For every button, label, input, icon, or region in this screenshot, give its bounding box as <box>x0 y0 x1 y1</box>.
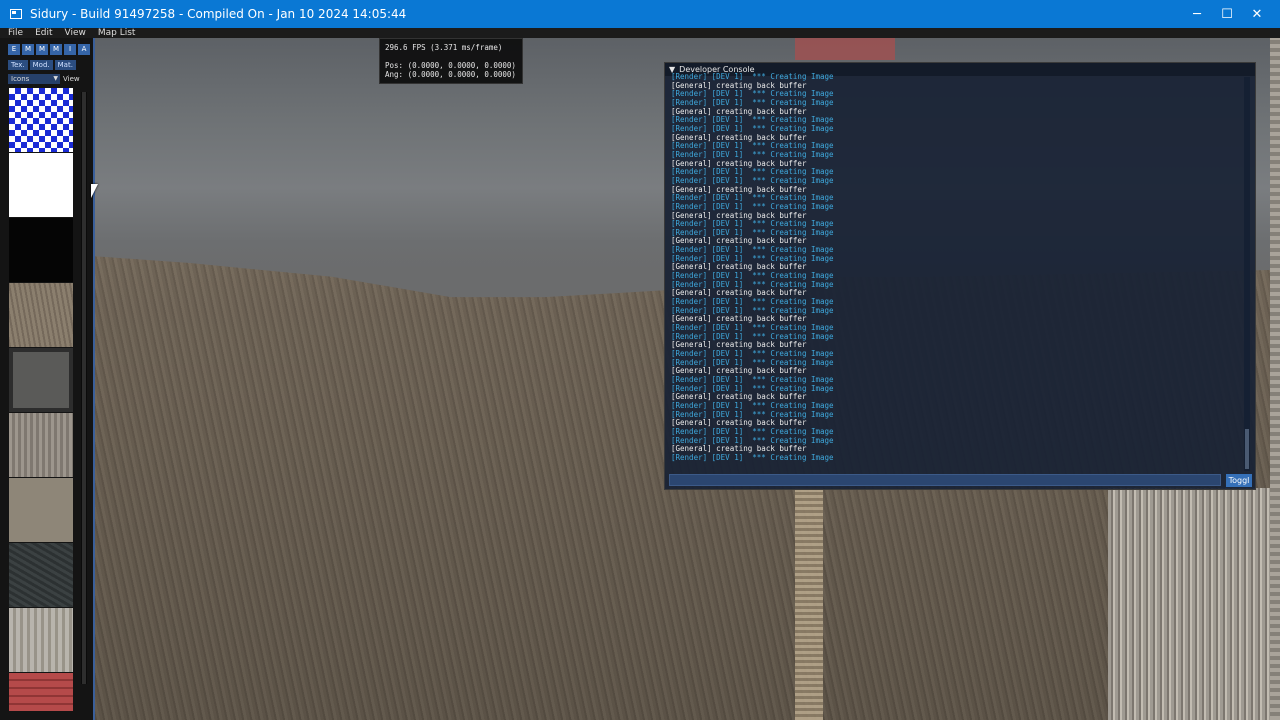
minimize-button[interactable]: ─ <box>1182 0 1212 28</box>
toolbar-button-m3[interactable]: M <box>50 44 62 55</box>
texture-thumb-door[interactable] <box>9 348 73 412</box>
tab-materials[interactable]: Mat. <box>54 60 76 70</box>
wood-wall <box>1108 488 1280 720</box>
toolbar-button-a[interactable]: A <box>78 44 90 55</box>
toolbar-button-e[interactable]: E <box>8 44 20 55</box>
red-structure <box>795 38 895 60</box>
position-readout: Pos: (0.0000, 0.0000, 0.0000) <box>385 61 516 70</box>
right-wall-edge <box>1270 38 1280 720</box>
app-icon <box>10 9 22 19</box>
console-scrollbar-thumb[interactable] <box>1245 429 1249 469</box>
asset-browser-panel: E M M M I A Tex. Mod. Mat. Icons ▼ View <box>0 38 95 720</box>
texture-thumb-plaster[interactable] <box>9 478 73 542</box>
mouse-cursor-icon <box>91 184 98 198</box>
menu-view[interactable]: View <box>65 28 86 38</box>
tab-textures[interactable]: Tex. <box>8 60 28 70</box>
toolbar-button-m1[interactable]: M <box>22 44 34 55</box>
angle-readout: Ang: (0.0000, 0.0000, 0.0000) <box>385 70 516 79</box>
asset-tabs: Tex. Mod. Mat. <box>8 60 76 70</box>
texture-thumb-black[interactable] <box>9 218 73 282</box>
texture-thumb-dirt[interactable] <box>9 283 73 347</box>
texture-thumb-red-brick[interactable] <box>9 673 73 711</box>
maximize-button[interactable]: ☐ <box>1212 0 1242 28</box>
asset-toolbar: E M M M I A <box>8 44 90 55</box>
console-line: [Render] [DEV 1] *** Creating Image <box>671 452 834 462</box>
stats-overlay: 296.6 FPS (3.371 ms/frame) Pos: (0.0000,… <box>379 38 523 84</box>
menu-map-list[interactable]: Map List <box>98 28 136 38</box>
close-button[interactable]: ✕ <box>1242 0 1272 28</box>
tab-models[interactable]: Mod. <box>29 60 53 70</box>
chevron-down-icon: ▼ <box>53 75 58 82</box>
console-log: [Render] [DEV 1] *** Creating Image [Gene… <box>671 73 1245 465</box>
window-title: Sidury - Build 91497258 - Compiled On - … <box>30 7 407 21</box>
texture-thumb-dark-stone[interactable] <box>9 543 73 607</box>
toolbar-button-i[interactable]: I <box>64 44 76 55</box>
menu-file[interactable]: File <box>8 28 23 38</box>
fps-readout: 296.6 FPS (3.371 ms/frame) <box>385 43 503 52</box>
icons-dropdown[interactable]: Icons ▼ <box>8 74 60 84</box>
icons-dropdown-label: Icons <box>11 75 30 83</box>
console-scrollbar[interactable] <box>1244 77 1250 471</box>
view-mode-row: Icons ▼ View <box>8 74 80 84</box>
asset-scrollbar[interactable] <box>81 92 87 684</box>
texture-thumbnail-list <box>9 88 74 712</box>
menubar: File Edit View Map List <box>0 28 1280 38</box>
menu-edit[interactable]: Edit <box>35 28 52 38</box>
texture-thumb-white[interactable] <box>9 153 73 217</box>
texture-thumb-checker[interactable] <box>9 88 73 152</box>
asset-scrollbar-thumb[interactable] <box>82 92 86 684</box>
view-label: View <box>63 75 80 83</box>
wood-pillar <box>795 488 823 720</box>
developer-console: ▼ Developer Console [Render] [DEV 1] ***… <box>664 62 1256 490</box>
console-input[interactable] <box>669 474 1221 486</box>
texture-thumb-planks[interactable] <box>9 413 73 477</box>
toolbar-button-m2[interactable]: M <box>36 44 48 55</box>
console-toggle-button[interactable]: Toggl <box>1226 474 1252 487</box>
window-titlebar: Sidury - Build 91497258 - Compiled On - … <box>0 0 1280 28</box>
stats-spacer <box>385 52 517 61</box>
texture-thumb-light-wood[interactable] <box>9 608 73 672</box>
